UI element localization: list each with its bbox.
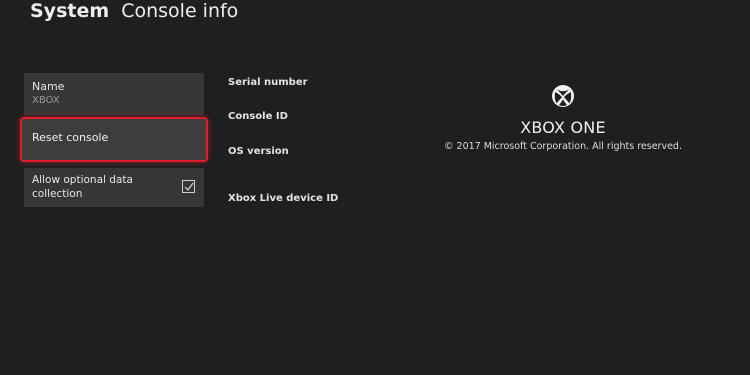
name-value: XBOX	[32, 95, 60, 106]
reset-console-label: Reset console	[32, 131, 109, 144]
optional-data-label: Allow optional data collection	[32, 174, 133, 200]
copyright-text: © 2017 Microsoft Corporation. All rights…	[444, 141, 682, 152]
xbox-live-device-id-label: Xbox Live device ID	[228, 193, 339, 204]
console-id-label: Console ID	[228, 111, 288, 122]
optional-data-toggle[interactable]: Allow optional data collection	[24, 168, 204, 207]
console-brand: XBOX ONE © 2017 Microsoft Corporation. A…	[440, 84, 686, 152]
name-setting[interactable]: Name XBOX	[24, 73, 204, 115]
console-model: XBOX ONE	[520, 118, 606, 137]
checkmark-icon	[184, 182, 194, 191]
reset-console-button[interactable]: Reset console	[20, 117, 208, 162]
name-label: Name	[32, 80, 65, 93]
page-header: System Console info	[30, 0, 238, 22]
optional-data-checkbox[interactable]	[182, 180, 195, 193]
section-title: System	[30, 0, 110, 22]
os-version-label: OS version	[228, 146, 289, 157]
serial-number-label: Serial number	[228, 77, 308, 88]
page-title: Console info	[121, 0, 239, 22]
xbox-logo-icon	[552, 85, 574, 107]
